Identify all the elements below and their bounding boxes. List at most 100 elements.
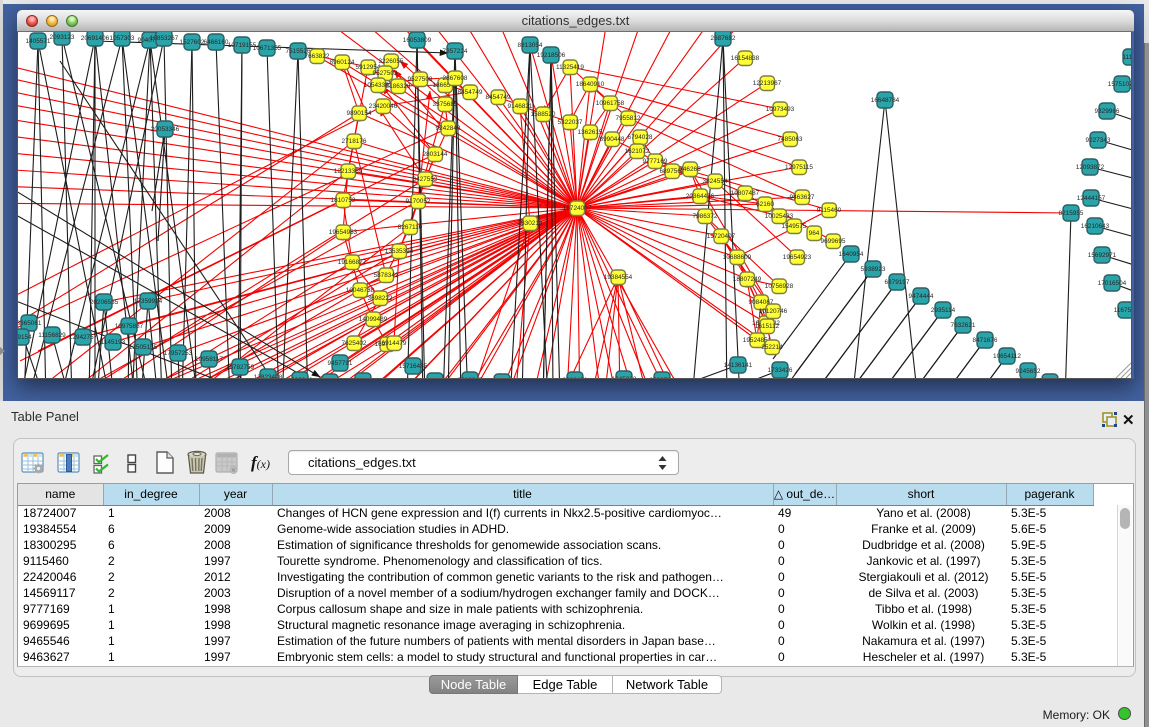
svg-text:1588520: 1588520 [531,111,556,118]
svg-text:1810752: 1810752 [331,197,356,204]
svg-text:10688609: 10688609 [723,254,752,261]
svg-text:9242848: 9242848 [436,125,461,132]
svg-text:10961758: 10961758 [596,100,625,107]
svg-text:16210643: 16210643 [1081,223,1110,230]
svg-text:1057303: 1057303 [110,35,135,42]
svg-text:6794028: 6794028 [628,134,653,141]
svg-text:5878342: 5878342 [374,272,399,279]
svg-text:9115460: 9115460 [817,207,842,214]
svg-text:1145193: 1145193 [101,339,126,346]
svg-text:20364436: 20364436 [686,193,715,200]
svg-text:7663822: 7663822 [305,53,330,60]
svg-text:20053346: 20053346 [151,126,180,133]
svg-text:7955812: 7955812 [616,115,641,122]
svg-text:9457791: 9457791 [328,360,353,367]
svg-text:11156829: 11156829 [38,332,66,339]
svg-text:1045233: 1045233 [612,376,637,379]
svg-text:6879197: 6879197 [885,279,910,286]
svg-text:9227343: 9227343 [1086,137,1111,144]
svg-text:939154: 939154 [18,334,32,341]
svg-text:3226055: 3226055 [379,58,404,65]
svg-text:9777169: 9777169 [643,158,668,165]
svg-text:2935114: 2935114 [931,307,956,314]
svg-text:17359934: 17359934 [134,298,163,305]
svg-text:9463627: 9463627 [790,194,815,201]
svg-text:8215955: 8215955 [1059,210,1084,217]
svg-text:5322037: 5322037 [558,119,583,126]
svg-text:7625402: 7625402 [342,340,367,347]
svg-text:964: 964 [809,230,820,237]
svg-text:12505135: 12505135 [129,344,158,351]
svg-text:62160: 62160 [756,201,774,208]
svg-text:10120746: 10120746 [759,308,788,315]
svg-text:18807249: 18807249 [733,276,762,283]
svg-text:8990448: 8990448 [600,136,625,143]
svg-text:9527503: 9527503 [373,70,398,77]
svg-text:10671355: 10671355 [253,45,282,52]
svg-text:19384554: 19384554 [604,274,633,281]
svg-text:2093123: 2093123 [50,34,75,41]
svg-text:8471676: 8471676 [973,337,998,344]
svg-text:16154838: 16154838 [731,55,760,62]
svg-text:18724007: 18724007 [563,205,592,212]
svg-text:2867608: 2867608 [443,75,468,82]
svg-text:20691406: 20691406 [81,35,110,42]
svg-text:19218506: 19218506 [537,52,566,59]
svg-text:17957253: 17957253 [164,350,193,357]
svg-text:10958117: 10958117 [195,356,223,363]
svg-text:8267110: 8267110 [398,224,423,231]
svg-text:6914479: 6914479 [382,340,407,347]
svg-text:8812345: 8812345 [458,377,483,379]
svg-text:9474444: 9474444 [909,293,934,300]
svg-text:9699695: 9699695 [821,238,846,245]
svg-text:2687682: 2687682 [711,35,736,42]
svg-text:12823448: 12823448 [254,374,283,379]
svg-text:10807487: 10807487 [731,190,760,197]
svg-text:8454749: 8454749 [486,94,511,101]
svg-text:252214: 252214 [761,344,783,351]
svg-text:10756928: 10756928 [765,283,794,290]
svg-text:12942757: 12942757 [69,334,98,341]
svg-text:2202340: 2202340 [351,378,376,379]
svg-text:7357224: 7357224 [443,48,468,55]
svg-text:19654923: 19654923 [783,254,812,261]
svg-text:3375685: 3375685 [433,101,458,108]
svg-text:12444157: 12444157 [1077,195,1106,202]
svg-text:9170052: 9170052 [406,198,431,205]
svg-text:15716485: 15716485 [399,363,428,370]
svg-text:1167534: 1167534 [1114,307,1132,314]
svg-text:12213967: 12213967 [753,80,782,87]
svg-text:9245652: 9245652 [1016,368,1041,375]
svg-text:1733426: 1733426 [768,367,793,374]
svg-text:8186328: 8186328 [386,83,411,90]
svg-text:2803144: 2803144 [423,151,448,158]
svg-text:9329966: 9329966 [1095,108,1120,115]
svg-text:1615112: 1615112 [755,323,780,330]
svg-text:7654321: 7654321 [423,378,448,379]
svg-text:9146821: 9146821 [508,103,533,110]
svg-text:14136141: 14136141 [724,362,753,369]
svg-text:14099489: 14099489 [359,316,388,323]
svg-text:12213369: 12213369 [334,168,363,175]
svg-text:23420046: 23420046 [369,103,398,110]
svg-text:8365061: 8365061 [18,320,42,327]
svg-text:5938923: 5938923 [861,266,886,273]
svg-text:15692971: 15692971 [1088,252,1117,259]
svg-text:11325419: 11325419 [556,64,584,71]
svg-text:13535394: 13535394 [385,248,414,255]
svg-text:16782759: 16782759 [226,364,255,371]
svg-text:19654983: 19654983 [329,229,358,236]
svg-text:8080514: 8080514 [650,377,675,379]
svg-text:12093872: 12093872 [1076,164,1105,171]
svg-text:1405571: 1405571 [26,38,51,45]
svg-text:1549575: 1549575 [782,223,807,230]
svg-text:7986372: 7986372 [693,213,718,220]
svg-text:1640954: 1640954 [839,251,864,258]
svg-text:3698222: 3698222 [368,295,393,302]
svg-text:7632621: 7632621 [951,322,976,329]
svg-text:12975115: 12975115 [785,164,813,171]
svg-text:16648784: 16648784 [871,97,900,104]
svg-text:19166827: 19166827 [338,259,367,266]
svg-text:17016504: 17016504 [1098,280,1127,287]
svg-text:1621072: 1621072 [625,148,650,155]
